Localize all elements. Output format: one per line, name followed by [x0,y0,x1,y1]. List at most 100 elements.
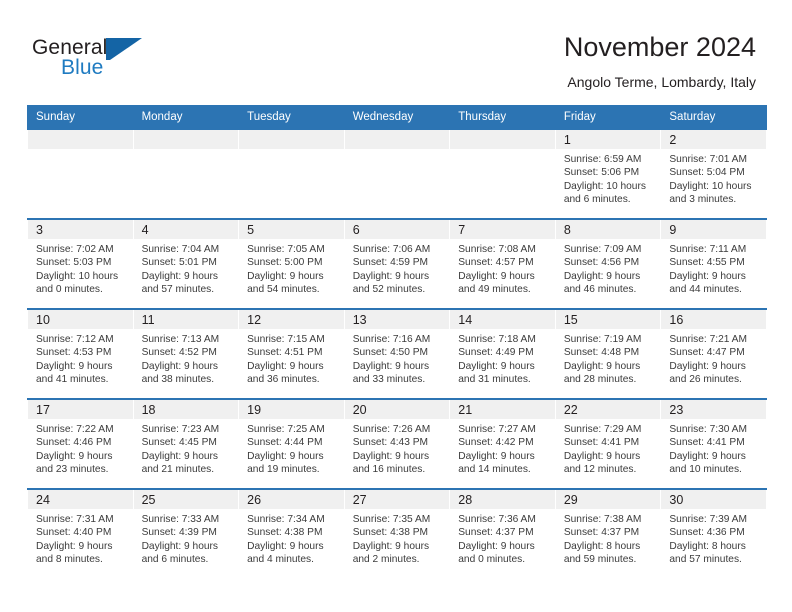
day-number: 12 [239,310,344,329]
calendar-day-cell[interactable]: 5 Sunrise: 7:05 AM Sunset: 5:00 PM Daylight… [238,218,345,309]
calendar-day-cell[interactable]: 9 Sunrise: 7:11 AM Sunset: 4:55 PM Daylight… [660,218,767,309]
page-subtitle: Angolo Terme, Lombardy, Italy [567,74,756,90]
calendar-day-cell[interactable]: 10 Sunrise: 7:12 AM Sunset: 4:53 PM Dayligh… [27,308,134,399]
sunset-text: Sunset: 5:06 PM [563,167,640,179]
day-details: Sunrise: 7:18 AM Sunset: 4:49 PM Daylight:… [450,329,555,387]
calendar-day-cell[interactable]: 12 Sunrise: 7:15 AM Sunset: 4:51 PM Dayligh… [238,308,345,399]
calendar-day-cell[interactable]: 15 Sunrise: 7:19 AM Sunset: 4:48 PM Dayligh… [554,308,662,399]
day-number: 9 [661,220,766,239]
sunrise-text: Sunrise: 7:05 AM [247,244,325,255]
calendar-empty-cell [449,128,556,219]
calendar-day-cell[interactable]: 16 Sunrise: 7:21 AM Sunset: 4:47 PM Dayligh… [660,308,767,399]
calendar-day-cell[interactable]: 24 Sunrise: 7:31 AM Sunset: 4:40 PM Dayligh… [27,488,134,578]
daylight-text-line1: Daylight: 9 hours [669,450,746,462]
daylight-text-line2: and 52 minutes. [352,284,426,296]
calendar-day-cell[interactable]: 17 Sunrise: 7:22 AM Sunset: 4:46 PM Dayligh… [27,398,134,489]
sunset-text: Sunset: 4:40 PM [36,527,112,539]
day-details: Sunrise: 7:06 AM Sunset: 4:59 PM Daylight:… [345,239,450,297]
day-number: 18 [133,400,239,419]
daylight-text-line1: Daylight: 9 hours [36,450,113,462]
calendar-day-cell[interactable]: 23 Sunrise: 7:30 AM Sunset: 4:41 PM Dayligh… [660,398,767,489]
calendar-day-cell[interactable]: 22 Sunrise: 7:29 AM Sunset: 4:41 PM Dayligh… [554,398,662,489]
calendar-day-cell[interactable]: 20 Sunrise: 7:26 AM Sunset: 4:43 PM Dayligh… [343,398,451,489]
day-details: Sunrise: 7:12 AM Sunset: 4:53 PM Daylight:… [28,329,133,387]
daylight-text-line1: Daylight: 9 hours [352,540,430,552]
sunset-text: Sunset: 4:41 PM [669,437,745,449]
calendar-day-cell[interactable]: 30 Sunrise: 7:39 AM Sunset: 4:36 PM Dayligh… [660,488,767,578]
day-number: 15 [555,310,661,329]
day-number [239,130,344,149]
day-number: 28 [450,490,555,509]
daylight-text-line2: and 0 minutes. [36,284,103,296]
calendar-day-cell[interactable]: 28 Sunrise: 7:36 AM Sunset: 4:37 PM Dayligh… [449,488,556,578]
calendar-day-cell[interactable]: 7 Sunrise: 7:08 AM Sunset: 4:57 PM Daylight… [449,218,556,309]
sunset-text: Sunset: 5:01 PM [141,257,217,269]
calendar-day-cell[interactable]: 27 Sunrise: 7:35 AM Sunset: 4:38 PM Dayligh… [343,488,451,578]
day-details: Sunrise: 7:25 AM Sunset: 4:44 PM Daylight:… [239,419,344,477]
calendar-day-cell[interactable]: 6 Sunrise: 7:06 AM Sunset: 4:59 PM Daylight… [343,218,451,309]
daylight-text-line2: and 36 minutes. [247,374,320,386]
calendar-day-cell[interactable]: 14 Sunrise: 7:18 AM Sunset: 4:49 PM Dayligh… [449,308,556,399]
calendar-empty-cell [27,128,134,219]
daylight-text-line2: and 2 minutes. [352,554,420,566]
sunset-text: Sunset: 4:46 PM [36,437,112,449]
day-number: 24 [28,490,133,509]
sunrise-text: Sunrise: 7:23 AM [141,424,220,435]
sunrise-text: Sunrise: 7:19 AM [563,334,642,345]
calendar-empty-cell [132,128,240,219]
page-title: November 2024 [563,32,756,62]
sunset-text: Sunset: 4:57 PM [458,257,534,269]
day-number: 13 [344,310,450,329]
sunrise-text: Sunrise: 7:04 AM [141,244,220,255]
calendar-body: 1 Sunrise: 6:59 AM Sunset: 5:06 PM Daylight… [27,128,767,578]
sunrise-text: Sunrise: 7:15 AM [247,334,325,345]
calendar-day-cell[interactable]: 2 Sunrise: 7:01 AM Sunset: 5:04 PM Daylight… [660,128,767,219]
page-header: General Blue November 2024 Angolo Terme,… [0,0,792,100]
calendar-day-cell[interactable]: 26 Sunrise: 7:34 AM Sunset: 4:38 PM Dayligh… [238,488,345,578]
daylight-text-line1: Daylight: 9 hours [141,540,219,552]
daylight-text-line1: Daylight: 9 hours [247,270,324,282]
daylight-text-line2: and 46 minutes. [563,284,637,296]
sunrise-text: Sunrise: 7:12 AM [36,334,114,345]
day-details: Sunrise: 7:09 AM Sunset: 4:56 PM Daylight:… [556,239,661,297]
daylight-text-line2: and 19 minutes. [247,464,320,476]
day-number: 17 [28,400,133,419]
calendar-day-cell[interactable]: 25 Sunrise: 7:33 AM Sunset: 4:39 PM Dayligh… [132,488,240,578]
sunrise-text: Sunrise: 7:06 AM [352,244,431,255]
daylight-text-line1: Daylight: 10 hours [36,270,119,282]
daylight-text-line1: Daylight: 9 hours [352,360,430,372]
day-number: 20 [344,400,450,419]
calendar-day-cell[interactable]: 3 Sunrise: 7:02 AM Sunset: 5:03 PM Daylight… [27,218,134,309]
calendar-day-cell[interactable]: 19 Sunrise: 7:25 AM Sunset: 4:44 PM Dayligh… [238,398,345,489]
day-number: 27 [344,490,450,509]
calendar-day-cell[interactable]: 8 Sunrise: 7:09 AM Sunset: 4:56 PM Daylight… [554,218,662,309]
day-details: Sunrise: 7:23 AM Sunset: 4:45 PM Daylight:… [134,419,239,477]
calendar-day-cell[interactable]: 4 Sunrise: 7:04 AM Sunset: 5:01 PM Daylight… [132,218,240,309]
day-details: Sunrise: 7:27 AM Sunset: 4:42 PM Daylight:… [450,419,555,477]
calendar-day-cell[interactable]: 18 Sunrise: 7:23 AM Sunset: 4:45 PM Dayligh… [132,398,240,489]
calendar-day-cell[interactable]: 21 Sunrise: 7:27 AM Sunset: 4:42 PM Dayligh… [449,398,556,489]
day-details: Sunrise: 7:35 AM Sunset: 4:38 PM Daylight:… [345,509,450,567]
day-details: Sunrise: 7:30 AM Sunset: 4:41 PM Daylight:… [661,419,766,477]
brand-logo[interactable]: General Blue [32,36,212,88]
daylight-text-line1: Daylight: 9 hours [247,450,324,462]
daylight-text-line2: and 57 minutes. [669,554,742,566]
day-number: 10 [28,310,133,329]
daylight-text-line2: and 21 minutes. [141,464,215,476]
calendar-day-cell[interactable]: 11 Sunrise: 7:13 AM Sunset: 4:52 PM Dayligh… [132,308,240,399]
calendar-day-cell[interactable]: 1 Sunrise: 6:59 AM Sunset: 5:06 PM Daylight… [554,128,662,219]
day-number [450,130,555,149]
daylight-text-line2: and 33 minutes. [352,374,426,386]
day-number: 29 [555,490,661,509]
daylight-text-line1: Daylight: 9 hours [141,270,219,282]
day-details: Sunrise: 7:16 AM Sunset: 4:50 PM Daylight:… [345,329,450,387]
daylight-text-line1: Daylight: 9 hours [563,360,641,372]
sunrise-text: Sunrise: 7:33 AM [141,514,220,525]
calendar-day-cell[interactable]: 13 Sunrise: 7:16 AM Sunset: 4:50 PM Dayligh… [343,308,451,399]
day-number: 21 [450,400,555,419]
calendar-day-cell[interactable]: 29 Sunrise: 7:38 AM Sunset: 4:37 PM Dayligh… [554,488,662,578]
sunrise-text: Sunrise: 7:38 AM [563,514,642,525]
day-details: Sunrise: 7:34 AM Sunset: 4:38 PM Daylight:… [239,509,344,567]
sunset-text: Sunset: 4:36 PM [669,527,745,539]
day-number: 3 [28,220,133,239]
